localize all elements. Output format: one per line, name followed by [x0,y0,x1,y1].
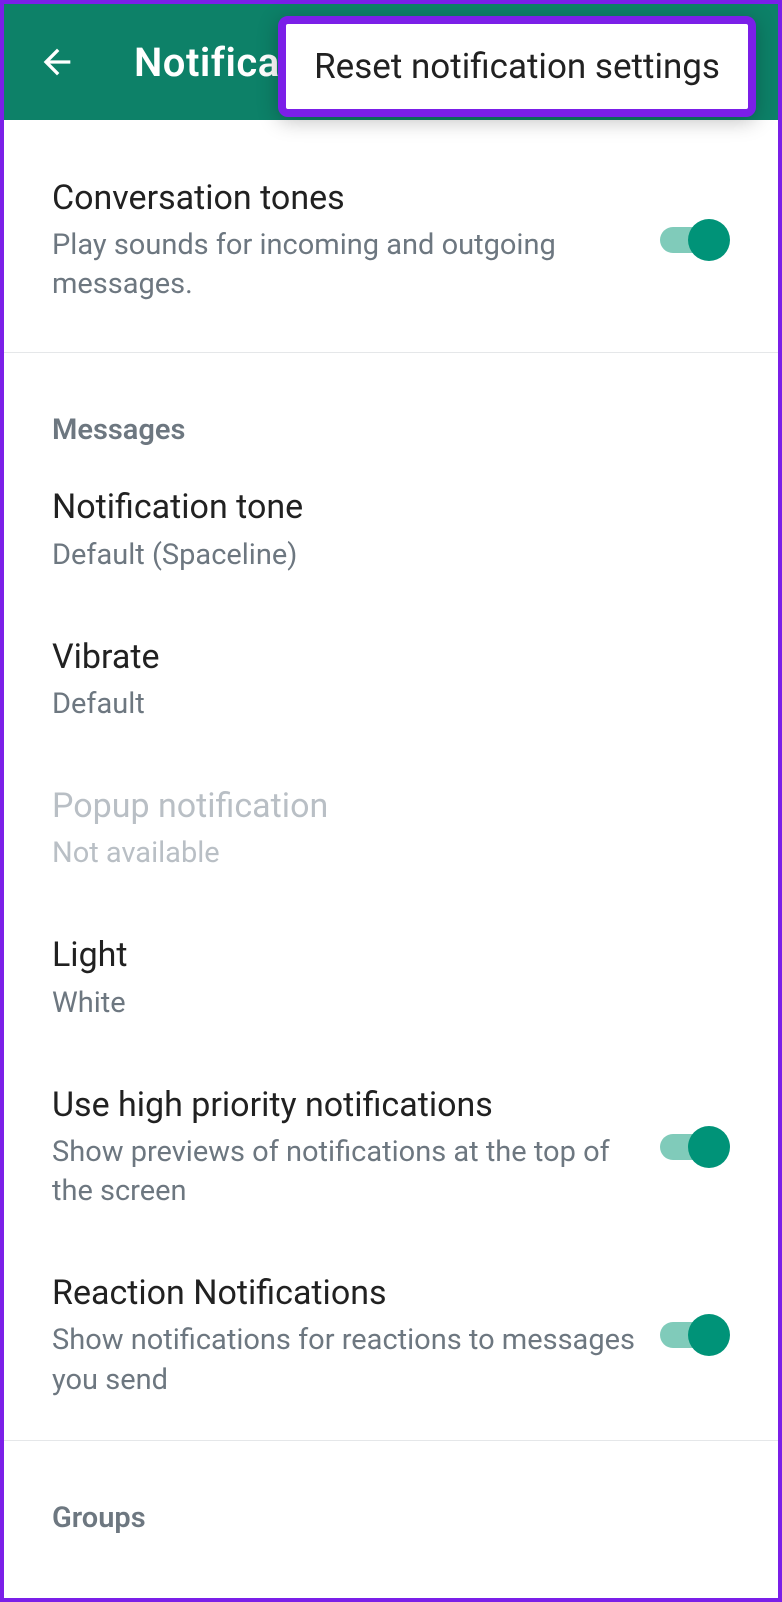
conversation-tones-row[interactable]: Conversation tones Play sounds for incom… [4,120,778,352]
toggle-thumb [688,219,730,261]
reaction-notifications-row[interactable]: Reaction Notifications Show notification… [4,1251,778,1439]
vibrate-value: Default [52,685,710,724]
back-arrow-icon [37,42,77,82]
conversation-tones-subtitle: Play sounds for incoming and outgoing me… [52,226,640,304]
overflow-menu: Reset notification settings [278,16,756,117]
high-priority-row[interactable]: Use high priority notifications Show pre… [4,1063,778,1251]
popup-notification-title: Popup notification [52,784,710,828]
high-priority-subtitle: Show previews of notifications at the to… [52,1133,640,1211]
high-priority-toggle[interactable] [660,1126,730,1168]
light-row[interactable]: Light White [4,913,778,1062]
reaction-notifications-toggle[interactable] [660,1314,730,1356]
popup-notification-row: Popup notification Not available [4,764,778,913]
vibrate-title: Vibrate [52,635,710,679]
back-button[interactable] [32,37,82,87]
messages-section-header: Messages [4,353,778,465]
conversation-tones-toggle[interactable] [660,219,730,261]
popup-notification-value: Not available [52,834,710,873]
toggle-thumb [688,1126,730,1168]
light-title: Light [52,933,710,977]
reaction-notifications-subtitle: Show notifications for reactions to mess… [52,1321,640,1399]
light-value: White [52,984,710,1023]
reaction-notifications-title: Reaction Notifications [52,1271,640,1315]
vibrate-row[interactable]: Vibrate Default [4,615,778,764]
toggle-thumb [688,1314,730,1356]
page-title: Notifica [134,39,280,86]
high-priority-title: Use high priority notifications [52,1083,640,1127]
notification-tone-row[interactable]: Notification tone Default (Spaceline) [4,465,778,614]
settings-list: Conversation tones Play sounds for incom… [4,120,778,1553]
conversation-tones-title: Conversation tones [52,176,640,220]
notification-tone-title: Notification tone [52,485,710,529]
groups-section-header: Groups [4,1441,778,1553]
reset-notification-settings-item[interactable]: Reset notification settings [286,24,748,109]
notification-tone-value: Default (Spaceline) [52,536,710,575]
